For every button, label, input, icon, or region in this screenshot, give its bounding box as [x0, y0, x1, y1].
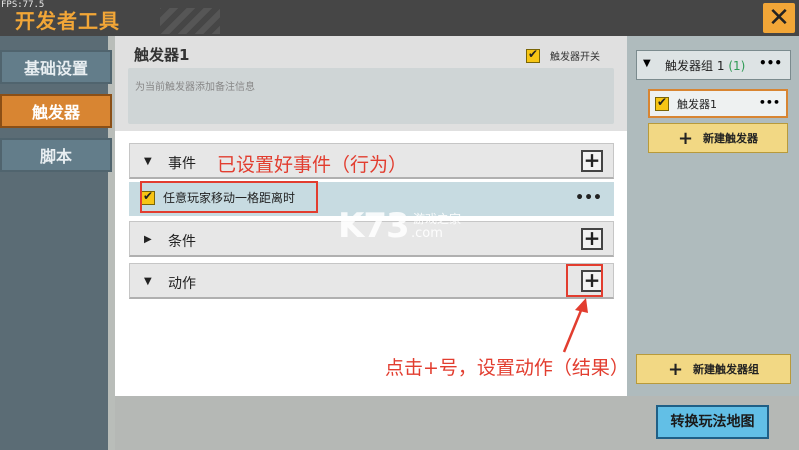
action-section-label: 动作 — [168, 276, 196, 292]
checkbox-icon[interactable] — [526, 47, 540, 63]
plus-icon: + — [667, 358, 684, 380]
note-input[interactable]: 为当前触发器添加备注信息 — [128, 68, 614, 124]
annotation-arrow-icon — [562, 298, 588, 353]
trigger-group-label: 触发器组 — [665, 59, 714, 73]
fps-counter: FPS:77.5 — [1, 0, 45, 10]
trigger-group-count: (1) — [728, 59, 746, 73]
trigger-title: 触发器1 — [134, 46, 190, 64]
add-event-button[interactable]: + — [581, 150, 603, 172]
event-section-label: 事件 — [168, 156, 196, 172]
trigger-list-item-label: 触发器1 — [677, 98, 717, 111]
add-condition-button[interactable]: + — [581, 228, 603, 250]
trigger-group-number: 1 — [716, 59, 725, 73]
new-trigger-label: 新建触发器 — [703, 132, 759, 145]
close-icon: ✕ — [768, 3, 790, 33]
nav-triggers[interactable]: 触发器 — [0, 94, 112, 128]
action-section[interactable]: ▼ 动作 + — [129, 263, 614, 299]
switch-map-button[interactable]: 转换玩法地图 — [656, 405, 769, 439]
new-trigger-group-button[interactable]: + 新建触发器组 — [636, 354, 791, 384]
checkbox-icon[interactable] — [655, 95, 669, 111]
nav-scripts[interactable]: 脚本 — [0, 138, 112, 172]
decorative-stripes — [160, 8, 220, 34]
plus-icon: + — [677, 127, 694, 149]
watermark-subtitle: 游戏之家 — [413, 212, 462, 226]
trigger-list-item[interactable]: 触发器1 ••• — [648, 89, 788, 118]
trigger-group[interactable]: ▼ 触发器组 1 (1) ••• — [636, 50, 791, 80]
trigger-switch[interactable]: 触发器开关 — [526, 47, 600, 63]
collapse-triangle-icon[interactable]: ▼ — [144, 156, 152, 167]
action-annotation: 点击+号，设置动作（结果） — [385, 357, 629, 379]
action-plus-highlight — [566, 264, 603, 297]
collapse-triangle-icon[interactable]: ▼ — [144, 276, 152, 287]
more-options-icon[interactable]: ••• — [759, 96, 780, 109]
more-options-icon[interactable]: ••• — [575, 190, 602, 206]
watermark-logo: K73 — [338, 206, 410, 246]
trigger-header: 触发器1 触发器开关 为当前触发器添加备注信息 — [115, 36, 627, 131]
trigger-groups-panel: ▼ 触发器组 1 (1) ••• 触发器1 ••• + 新建触发器 + 新建触发… — [627, 36, 799, 396]
chevron-down-icon[interactable]: ▼ — [643, 58, 651, 69]
new-trigger-group-label: 新建触发器组 — [693, 363, 760, 376]
note-placeholder: 为当前触发器添加备注信息 — [135, 82, 255, 93]
event-annotation: 已设置好事件（行为） — [217, 154, 408, 176]
plus-icon: + — [583, 148, 601, 172]
title-bar: 开发者工具 ✕ — [0, 0, 799, 36]
left-nav: 基础设置 触发器 脚本 — [0, 36, 112, 450]
nav-basic-settings[interactable]: 基础设置 — [0, 50, 112, 84]
condition-section-label: 条件 — [168, 234, 196, 250]
close-button[interactable]: ✕ — [763, 3, 795, 33]
watermark-domain: .com — [411, 226, 443, 241]
trigger-switch-label: 触发器开关 — [550, 52, 600, 63]
new-trigger-button[interactable]: + 新建触发器 — [648, 123, 788, 153]
expand-triangle-icon[interactable]: ▶ — [144, 234, 152, 245]
more-options-icon[interactable]: ••• — [759, 56, 782, 70]
event-highlight-box — [140, 181, 318, 213]
plus-icon: + — [583, 226, 601, 250]
